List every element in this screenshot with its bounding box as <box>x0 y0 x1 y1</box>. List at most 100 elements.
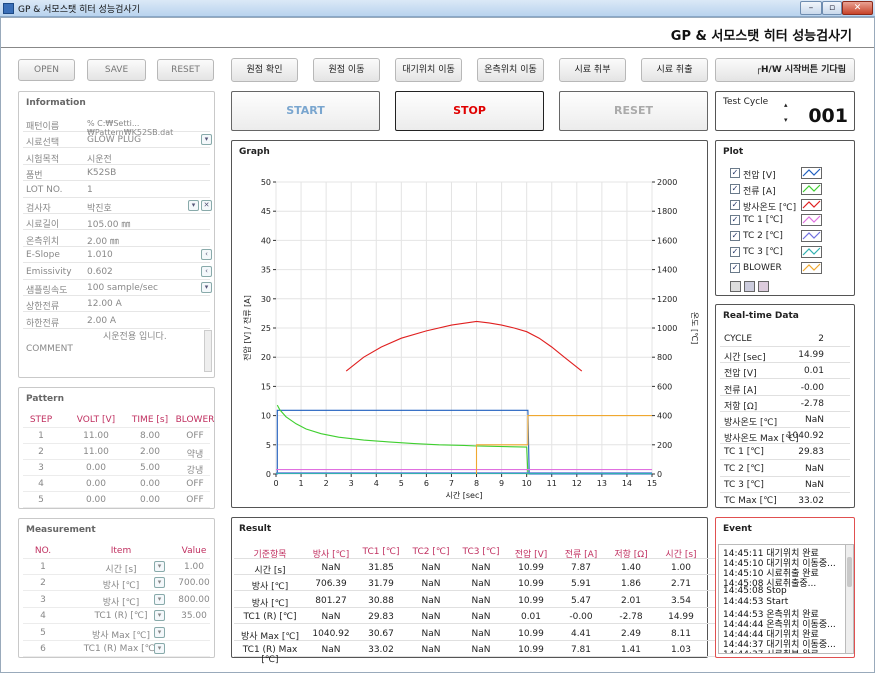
pattern-row[interactable]: 1 11.00 8.00 OFF <box>23 428 210 444</box>
measurement-item-dropdown-icon[interactable]: ▾ <box>154 643 165 654</box>
close-button[interactable]: ✕ <box>842 1 873 15</box>
measurement-row[interactable]: 1 시간 [s] 1.00 ▾ <box>23 559 210 575</box>
sample-mount-button[interactable]: 시료 취부 <box>559 58 626 82</box>
measurement-cell: 800.00 <box>178 594 210 605</box>
info-row: 품번 K52SB <box>23 165 210 182</box>
measurement-header-cell: Value <box>181 546 207 556</box>
result-cell: 801.27 <box>315 595 347 606</box>
emissivity-arrow-icon[interactable]: ‹ <box>201 265 212 277</box>
plot-color-swatch[interactable] <box>801 214 822 227</box>
result-row[interactable]: 방사 [℃] 801.27 30.88 NaN NaN 10.99 5.47 2.01 3.54 <box>234 592 718 609</box>
reset-file-button[interactable]: RESET <box>157 59 214 81</box>
plot-checkbox[interactable]: ✓ <box>730 215 740 226</box>
save-button[interactable]: SAVE <box>87 59 146 81</box>
result-cell: 2.71 <box>670 579 692 590</box>
event-log[interactable]: 14:45:11 대기위치 완료 14:45:10 대기위치 이동중... 14:4… <box>718 544 846 654</box>
result-cell: 3.54 <box>670 595 692 606</box>
sample-eject-button[interactable]: 시료 취출 <box>641 58 708 82</box>
realtime-label: TC 2 [℃] <box>724 463 764 474</box>
grid-tool-icon[interactable] <box>730 281 741 292</box>
result-title: Result <box>239 524 272 534</box>
measurement-row[interactable]: 3 방사 [℃] 800.00 ▾ <box>23 592 210 608</box>
result-row[interactable]: 시간 [s] NaN 31.85 NaN NaN 10.99 7.87 1.40 1.00 <box>234 559 718 576</box>
pattern-row[interactable]: 2 11.00 2.00 약냉 <box>23 444 210 460</box>
info-value: 105.00 ㎜ <box>87 220 131 231</box>
y-left-tick-label: 30 <box>261 295 271 304</box>
pan-tool-icon[interactable] <box>758 281 769 292</box>
plot-item[interactable]: ✓ TC 1 [℃] <box>726 213 851 229</box>
info-row: 시험목적 시운전 <box>23 149 210 165</box>
open-button[interactable]: OPEN <box>18 59 75 81</box>
plot-color-swatch[interactable] <box>801 246 822 258</box>
select-dropdown-icon[interactable]: ▾ <box>201 134 212 146</box>
measurement-row[interactable]: 5 방사 Max [℃] ▾ <box>23 625 210 641</box>
plot-checkbox[interactable]: ✓ <box>730 199 740 210</box>
plot-item[interactable]: ✓ TC 2 [℃] <box>726 229 851 245</box>
x-tick-label: 4 <box>374 479 379 488</box>
event-line: 14:45:08 Stop <box>723 586 787 597</box>
reset-button[interactable]: RESET <box>559 91 708 131</box>
comment-scrollbar[interactable] <box>204 330 212 372</box>
pattern-row[interactable]: 3 0.00 5.00 강냉 <box>23 460 210 476</box>
measurement-row[interactable]: 6 TC1 (R) Max [℃] ▾ <box>23 641 210 657</box>
measure-position-button[interactable]: 온측위치 이동 <box>477 58 544 82</box>
measurement-row[interactable]: 4 TC1 (R) [℃] 35.00 ▾ <box>23 608 210 625</box>
plot-checkbox[interactable]: ✓ <box>730 231 740 242</box>
plot-checkbox[interactable]: ✓ <box>730 262 740 273</box>
plot-item[interactable]: ✓ 방사온도 [℃] <box>726 198 851 214</box>
cycle-up-icon[interactable]: ▴ <box>784 101 788 109</box>
plot-color-swatch[interactable] <box>801 198 822 211</box>
plot-color-swatch[interactable] <box>801 182 822 195</box>
x-axis-label: 시간 [sec] <box>446 490 483 500</box>
plot-item[interactable]: ✓ 전류 [A] <box>726 182 851 198</box>
start-button[interactable]: START <box>231 91 380 131</box>
result-row[interactable]: TC1 (R) Max [℃] NaN 33.02 NaN NaN 10.99 7.81 1.… <box>234 641 718 665</box>
origin-move-button[interactable]: 원점 이동 <box>313 58 380 82</box>
stop-button[interactable]: STOP <box>395 91 544 131</box>
minimize-button[interactable]: – <box>800 1 822 15</box>
result-row[interactable]: 방사 Max [℃] 1040.92 30.67 NaN NaN 10.99 4.41 2.4… <box>234 625 718 642</box>
measurement-row[interactable]: 2 방사 [℃] 700.00 ▾ <box>23 575 210 592</box>
plot-checkbox[interactable]: ✓ <box>730 168 740 178</box>
standby-move-button[interactable]: 대기위치 이동 <box>395 58 462 82</box>
test-cycle-value[interactable]: 001 <box>808 105 848 127</box>
measurement-item-dropdown-icon[interactable]: ▾ <box>154 626 165 638</box>
origin-check-button[interactable]: 원점 확인 <box>231 58 298 82</box>
cycle-down-icon[interactable]: ▾ <box>784 116 788 124</box>
result-row[interactable]: TC1 (R) [℃] NaN 29.83 NaN NaN 0.01 -0.00 -2.78 1… <box>234 608 718 625</box>
plot-checkbox[interactable]: ✓ <box>730 183 740 194</box>
result-cell: 1.00 <box>670 563 692 573</box>
swatch-line-icon <box>802 247 821 256</box>
measurement-item-dropdown-icon[interactable]: ▾ <box>154 577 165 589</box>
result-cell: -0.00 <box>569 612 593 623</box>
plot-color-swatch[interactable] <box>801 261 822 274</box>
plot-checkbox[interactable]: ✓ <box>730 247 740 257</box>
x-tick-label: 8 <box>474 479 479 488</box>
event-scroll-thumb[interactable] <box>847 557 852 587</box>
inspector-dropdown-icon[interactable]: ▾ <box>188 200 199 211</box>
hw-start-wait-button[interactable]: ┌H/W 시작버튼 기다림 <box>715 58 855 82</box>
inspector-clear-icon[interactable]: ✕ <box>201 200 212 211</box>
realtime-row: TC 1 [℃] 29.83 <box>720 443 850 461</box>
info-value[interactable]: 시운전용 입니다. <box>103 329 167 342</box>
measurement-item-dropdown-icon[interactable]: ▾ <box>154 610 165 622</box>
event-scrollbar[interactable] <box>845 544 854 654</box>
y-right-tick-label: 1800 <box>657 207 677 216</box>
y-left-tick-label: 25 <box>261 324 271 333</box>
zoom-tool-icon[interactable] <box>744 281 755 292</box>
sampling-dropdown-icon[interactable]: ▾ <box>201 282 212 293</box>
pattern-row[interactable]: 4 0.00 0.00 OFF <box>23 476 210 492</box>
maximize-button[interactable]: ▫ <box>822 1 842 15</box>
pattern-row[interactable]: 5 0.00 0.00 OFF <box>23 492 210 508</box>
plot-item[interactable]: ✓ 전압 [V] <box>726 166 851 182</box>
measurement-item-dropdown-icon[interactable]: ▾ <box>154 561 165 572</box>
plot-item[interactable]: ✓ TC 3 [℃] <box>726 245 851 261</box>
measurement-item-dropdown-icon[interactable]: ▾ <box>154 593 165 605</box>
plot-color-swatch[interactable] <box>801 230 822 243</box>
plot-color-swatch[interactable] <box>801 167 822 179</box>
eslope-arrow-icon[interactable]: ‹ <box>201 249 212 261</box>
result-cell: NaN <box>421 645 441 655</box>
plot-item[interactable]: ✓ BLOWER <box>726 261 851 277</box>
info-row: COMMENT 시운전용 입니다. <box>23 326 210 372</box>
result-row[interactable]: 방사 [℃] 706.39 31.79 NaN NaN 10.99 5.91 1.86 2.71 <box>234 575 718 592</box>
